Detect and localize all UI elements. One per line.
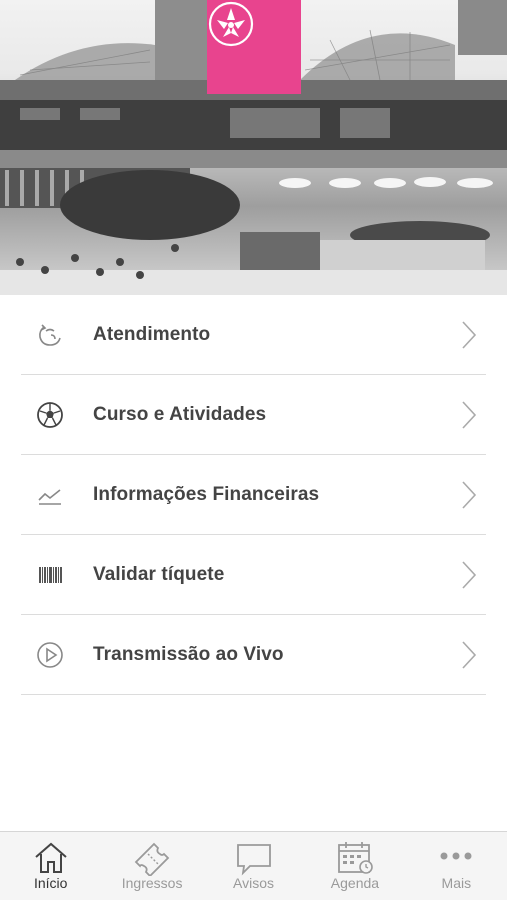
chevron-right-icon bbox=[462, 641, 477, 669]
line-chart-icon bbox=[36, 481, 64, 509]
menu-item-label: Informações Financeiras bbox=[93, 484, 320, 505]
menu-item-label: Atendimento bbox=[93, 324, 211, 345]
tab-agenda[interactable]: Agenda bbox=[304, 832, 405, 900]
chevron-right-icon bbox=[462, 481, 477, 509]
chevron-right-icon bbox=[462, 561, 477, 589]
flower-logo-icon bbox=[208, 1, 254, 47]
menu-item-cursos[interactable]: Curso e Atividades bbox=[0, 375, 507, 455]
support-icon bbox=[36, 321, 64, 349]
home-icon bbox=[35, 842, 67, 873]
more-dots-icon bbox=[440, 852, 472, 860]
calendar-icon bbox=[338, 842, 373, 874]
tab-avisos[interactable]: Avisos bbox=[203, 832, 304, 900]
menu-item-atendimento[interactable]: Atendimento bbox=[0, 295, 507, 375]
main-menu: Atendimento Curso e Atividades Informaçõ… bbox=[0, 295, 507, 695]
tab-inicio[interactable]: Início bbox=[0, 832, 101, 900]
menu-item-label: Curso e Atividades bbox=[93, 404, 267, 425]
chevron-right-icon bbox=[462, 321, 477, 349]
club-logo bbox=[207, 0, 301, 94]
tab-label: Ingressos bbox=[121, 875, 183, 891]
tab-label: Agenda bbox=[330, 875, 380, 891]
play-circle-icon bbox=[36, 641, 64, 669]
tab-label: Início bbox=[33, 875, 68, 891]
menu-item-label: Validar tíquete bbox=[93, 564, 225, 585]
tab-mais[interactable]: Mais bbox=[406, 832, 507, 900]
menu-item-financeiras[interactable]: Informações Financeiras bbox=[0, 455, 507, 535]
menu-item-validar-tiquete[interactable]: Validar tíquete bbox=[0, 535, 507, 615]
tab-ingressos[interactable]: Ingressos bbox=[101, 832, 202, 900]
soccer-ball-icon bbox=[36, 401, 64, 429]
menu-item-label: Transmissão ao Vivo bbox=[93, 644, 284, 665]
chevron-right-icon bbox=[462, 401, 477, 429]
tab-label: Mais bbox=[441, 875, 472, 891]
barcode-icon bbox=[36, 561, 64, 589]
menu-item-transmissao[interactable]: Transmissão ao Vivo bbox=[0, 615, 507, 695]
chat-bubble-icon bbox=[236, 844, 271, 876]
divider bbox=[21, 694, 486, 695]
tab-label: Avisos bbox=[233, 875, 274, 891]
bottom-tab-bar: Início Ingressos Avisos Agenda Mais bbox=[0, 831, 507, 900]
ticket-icon bbox=[134, 842, 170, 876]
hero-image bbox=[0, 0, 507, 295]
